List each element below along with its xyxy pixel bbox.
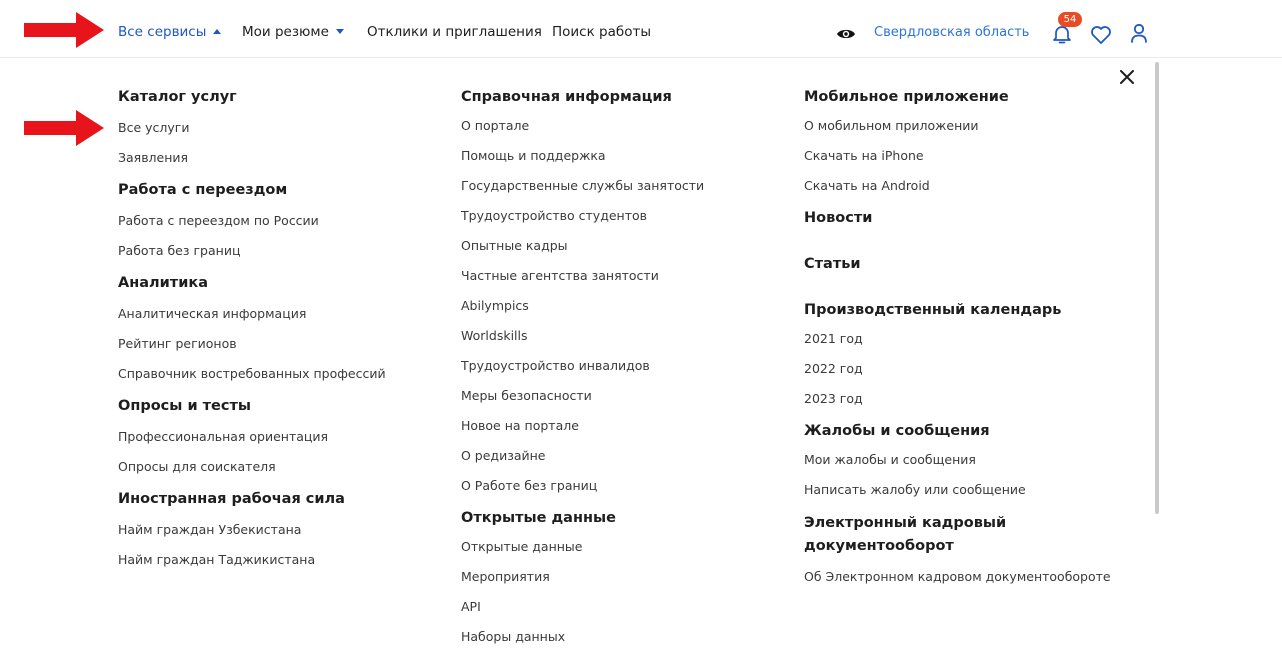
- menu-group-mobile-app: Мобильное приложение О мобильном приложе…: [804, 87, 1144, 194]
- user-icon[interactable]: [1129, 22, 1149, 44]
- close-icon[interactable]: [1120, 70, 1134, 84]
- heart-icon[interactable]: [1090, 25, 1112, 45]
- menu-link[interactable]: Наборы данных: [461, 629, 781, 645]
- nav-my-resumes-label: Мои резюме: [242, 24, 329, 40]
- menu-link[interactable]: Найм граждан Таджикистана: [118, 552, 438, 568]
- nav-all-services[interactable]: Все сервисы: [118, 24, 222, 40]
- menu-link[interactable]: О Работе без границ: [461, 478, 781, 494]
- menu-group-surveys: Опросы и тесты Профессиональная ориентац…: [118, 396, 438, 475]
- menu-link[interactable]: 2022 год: [804, 361, 1144, 377]
- menu-heading: Открытые данные: [461, 510, 616, 526]
- menu-group-analytics: Аналитика Аналитическая информация Рейти…: [118, 273, 438, 382]
- red-arrow-annotation: [24, 110, 104, 146]
- menu-heading: Электронный кадровый документооборот: [804, 515, 1007, 554]
- menu-heading: Производственный календарь: [804, 302, 1062, 318]
- menu-link[interactable]: Меры безопасности: [461, 388, 781, 404]
- menu-link[interactable]: Об Электронном кадровом документообороте: [804, 569, 1144, 585]
- menu-link[interactable]: Работа с переездом по России: [118, 213, 438, 229]
- menu-heading: Жалобы и сообщения: [804, 423, 990, 439]
- menu-link[interactable]: Открытые данные: [461, 539, 781, 555]
- menu-link[interactable]: Скачать на iPhone: [804, 148, 1144, 164]
- menu-link[interactable]: О мобильном приложении: [804, 118, 1144, 134]
- menu-group-foreign-labor: Иностранная рабочая сила Найм граждан Уз…: [118, 489, 438, 568]
- menu-link[interactable]: Частные агентства занятости: [461, 268, 781, 284]
- scrollbar[interactable]: [1155, 62, 1159, 514]
- menu-link-applications[interactable]: Заявления: [118, 150, 438, 166]
- menu-link[interactable]: Справочник востребованных профессий: [118, 366, 438, 382]
- menu-link[interactable]: Опросы для соискателя: [118, 459, 438, 475]
- menu-link[interactable]: Рейтинг регионов: [118, 336, 438, 352]
- menu-column-3: Мобильное приложение О мобильном приложе…: [804, 87, 1144, 599]
- menu-group-service-catalog: Каталог услуг Все услуги Заявления: [118, 87, 438, 166]
- menu-link[interactable]: 2023 год: [804, 391, 1144, 407]
- menu-link[interactable]: Государственные службы занятости: [461, 178, 781, 194]
- menu-link[interactable]: 2021 год: [804, 331, 1144, 347]
- menu-link[interactable]: Новое на портале: [461, 418, 781, 434]
- menu-heading: Справочная информация: [461, 89, 672, 105]
- menu-link[interactable]: Abilympics: [461, 298, 781, 314]
- menu-heading-articles[interactable]: Статьи: [804, 254, 1144, 274]
- menu-link[interactable]: Мои жалобы и сообщения: [804, 452, 1144, 468]
- menu-link[interactable]: О портале: [461, 118, 781, 134]
- menu-link[interactable]: Профессиональная ориентация: [118, 429, 438, 445]
- menu-heading-news[interactable]: Новости: [804, 208, 1144, 228]
- menu-link[interactable]: Скачать на Android: [804, 178, 1144, 194]
- menu-heading: Иностранная рабочая сила: [118, 491, 345, 507]
- top-navigation-bar: Все сервисы Мои резюме Отклики и приглаш…: [0, 0, 1282, 58]
- menu-heading: Каталог услуг: [118, 89, 237, 105]
- menu-group-complaints: Жалобы и сообщения Мои жалобы и сообщени…: [804, 421, 1144, 498]
- nav-all-services-label: Все сервисы: [118, 24, 207, 40]
- menu-link[interactable]: О редизайне: [461, 448, 781, 464]
- menu-heading: Аналитика: [118, 275, 208, 291]
- menu-link[interactable]: API: [461, 599, 781, 615]
- nav-responses[interactable]: Отклики и приглашения: [367, 24, 542, 40]
- menu-group-edo: Электронный кадровый документооборот Об …: [804, 512, 1144, 585]
- notification-count-badge: 54: [1058, 12, 1082, 27]
- menu-link-all-services[interactable]: Все услуги: [118, 120, 438, 136]
- menu-link[interactable]: Найм граждан Узбекистана: [118, 522, 438, 538]
- menu-link[interactable]: Работа без границ: [118, 243, 438, 259]
- menu-link[interactable]: Помощь и поддержка: [461, 148, 781, 164]
- menu-column-2: Справочная информация О портале Помощь и…: [461, 87, 781, 659]
- nav-my-resumes[interactable]: Мои резюме: [242, 24, 344, 40]
- menu-group-articles: Статьи: [804, 254, 1144, 274]
- menu-heading: Мобильное приложение: [804, 89, 1009, 105]
- menu-link[interactable]: Написать жалобу или сообщение: [804, 482, 1144, 498]
- menu-column-1: Каталог услуг Все услуги Заявления Работ…: [118, 87, 438, 582]
- menu-link[interactable]: Worldskills: [461, 328, 781, 344]
- caret-down-icon: [335, 29, 344, 34]
- menu-group-reference-info: Справочная информация О портале Помощь и…: [461, 87, 781, 494]
- menu-link[interactable]: Трудоустройство инвалидов: [461, 358, 781, 374]
- region-selector[interactable]: Свердловская область: [874, 25, 1029, 40]
- menu-group-news: Новости: [804, 208, 1144, 228]
- menu-link[interactable]: Мероприятия: [461, 569, 781, 585]
- menu-heading: Работа с переездом: [118, 182, 288, 198]
- menu-link[interactable]: Аналитическая информация: [118, 306, 438, 322]
- caret-up-icon: [213, 29, 222, 34]
- menu-group-relocation: Работа с переездом Работа с переездом по…: [118, 180, 438, 259]
- menu-group-open-data: Открытые данные Открытые данные Мероприя…: [461, 508, 781, 645]
- menu-group-calendar: Производственный календарь 2021 год 2022…: [804, 300, 1144, 407]
- menu-link[interactable]: Опытные кадры: [461, 238, 781, 254]
- menu-link[interactable]: Трудоустройство студентов: [461, 208, 781, 224]
- eye-icon[interactable]: [836, 27, 856, 41]
- menu-heading: Опросы и тесты: [118, 398, 251, 414]
- nav-job-search[interactable]: Поиск работы: [552, 24, 651, 40]
